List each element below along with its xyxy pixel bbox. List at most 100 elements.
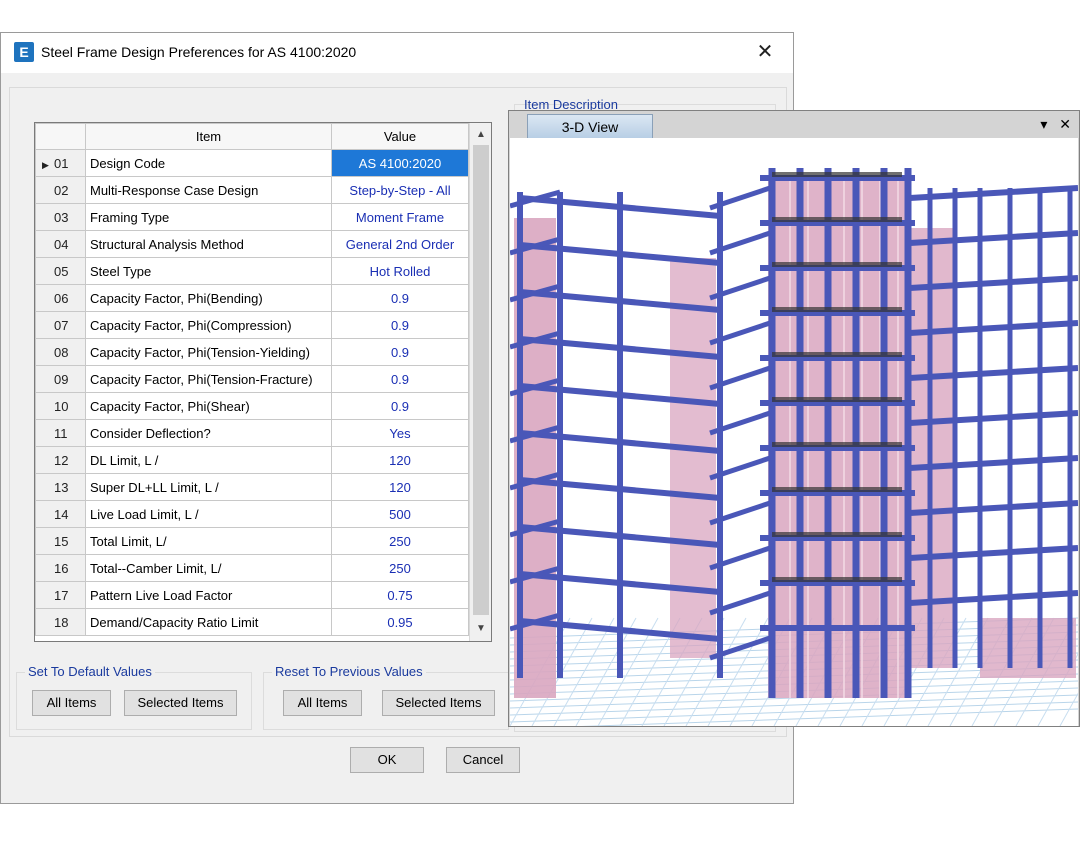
- row-item: Structural Analysis Method: [85, 230, 332, 258]
- table-row[interactable]: ▶ 01 Design Code AS 4100:2020: [35, 149, 469, 177]
- table-row[interactable]: 08 Capacity Factor, Phi(Tension-Yielding)…: [35, 338, 469, 366]
- row-value[interactable]: Hot Rolled: [331, 257, 469, 285]
- row-item: Multi-Response Case Design: [85, 176, 332, 204]
- row-item: Pattern Live Load Factor: [85, 581, 332, 609]
- row-number[interactable]: 08: [35, 338, 86, 366]
- row-value[interactable]: 120: [331, 473, 469, 501]
- row-item: Total--Camber Limit, L/: [85, 554, 332, 582]
- table-row[interactable]: 17 Pattern Live Load Factor 0.75: [35, 581, 469, 609]
- row-number[interactable]: 04: [35, 230, 86, 258]
- row-number[interactable]: 05: [35, 257, 86, 285]
- row-value[interactable]: Moment Frame: [331, 203, 469, 231]
- row-item: DL Limit, L /: [85, 446, 332, 474]
- ok-button[interactable]: OK: [350, 747, 424, 773]
- row-value[interactable]: Yes: [331, 419, 469, 447]
- row-value[interactable]: 500: [331, 500, 469, 528]
- scroll-thumb[interactable]: [473, 145, 489, 615]
- row-value[interactable]: Step-by-Step - All: [331, 176, 469, 204]
- row-number[interactable]: 15: [35, 527, 86, 555]
- title-bar: E Steel Frame Design Preferences for AS …: [1, 33, 793, 73]
- table-row[interactable]: 16 Total--Camber Limit, L/250: [35, 554, 469, 582]
- row-number[interactable]: 06: [35, 284, 86, 312]
- row-value[interactable]: 0.9: [331, 284, 469, 312]
- row-value[interactable]: 0.9: [331, 311, 469, 339]
- row-value[interactable]: 250: [331, 527, 469, 555]
- reset-selected-items-button[interactable]: Selected Items: [382, 690, 495, 716]
- table-row[interactable]: 07 Capacity Factor, Phi(Compression) 0.9: [35, 311, 469, 339]
- reset-all-items-button[interactable]: All Items: [283, 690, 362, 716]
- close-icon[interactable]: ✕: [747, 38, 783, 66]
- row-item: Framing Type: [85, 203, 332, 231]
- row-value[interactable]: AS 4100:2020: [331, 149, 469, 177]
- table-row[interactable]: 11 Consider Deflection? Yes: [35, 419, 469, 447]
- row-value[interactable]: 0.9: [331, 365, 469, 393]
- row-item: Design Code: [85, 149, 332, 177]
- close-icon[interactable]: ✕: [1059, 116, 1071, 132]
- view-controls: ▾ ✕: [1032, 116, 1071, 133]
- row-item: Capacity Factor, Phi(Shear): [85, 392, 332, 420]
- table-row[interactable]: 14 Live Load Limit, L /500: [35, 500, 469, 528]
- row-value[interactable]: General 2nd Order: [331, 230, 469, 258]
- row-number[interactable]: 09: [35, 365, 86, 393]
- row-item: Live Load Limit, L /: [85, 500, 332, 528]
- table-row[interactable]: 13 Super DL+LL Limit, L /120: [35, 473, 469, 501]
- row-value[interactable]: 250: [331, 554, 469, 582]
- preferences-grid[interactable]: Item Value ▶ 01 Design Code AS 4100:2020 02 M…: [34, 122, 492, 642]
- table-row[interactable]: 06 Capacity Factor, Phi(Bending) 0.9: [35, 284, 469, 312]
- table-row[interactable]: 03 Framing Type Moment Frame: [35, 203, 469, 231]
- default-selected-items-button[interactable]: Selected Items: [124, 690, 237, 716]
- reset-previous-values-group: Reset To Previous Values All Items Selec…: [263, 664, 509, 730]
- table-row[interactable]: 10 Capacity Factor, Phi(Shear) 0.9: [35, 392, 469, 420]
- row-number[interactable]: 14: [35, 500, 86, 528]
- row-value[interactable]: 0.95: [331, 608, 469, 636]
- scroll-up-icon[interactable]: ▲: [470, 125, 492, 145]
- row-item: Capacity Factor, Phi(Bending): [85, 284, 332, 312]
- scroll-down-icon[interactable]: ▼: [470, 619, 492, 639]
- table-row[interactable]: 15 Total Limit, L/250: [35, 527, 469, 555]
- grid-vertical-scrollbar[interactable]: ▲ ▼: [469, 123, 491, 641]
- default-all-items-button[interactable]: All Items: [32, 690, 111, 716]
- row-value[interactable]: 0.9: [331, 338, 469, 366]
- row-item: Total Limit, L/: [85, 527, 332, 555]
- row-number[interactable]: 17: [35, 581, 86, 609]
- table-row[interactable]: 02 Multi-Response Case Design Step-by-Step…: [35, 176, 469, 204]
- row-number[interactable]: 07: [35, 311, 86, 339]
- row-item: Steel Type: [85, 257, 332, 285]
- table-row[interactable]: 18 Demand/Capacity Ratio Limit 0.95: [35, 608, 469, 636]
- row-number[interactable]: 02: [35, 176, 86, 204]
- row-item: Capacity Factor, Phi(Tension-Yielding): [85, 338, 332, 366]
- 3d-model-canvas[interactable]: [510, 138, 1078, 726]
- row-item: Demand/Capacity Ratio Limit: [85, 608, 332, 636]
- row-item: Super DL+LL Limit, L /: [85, 473, 332, 501]
- table-row[interactable]: 04 Structural Analysis Method General 2nd …: [35, 230, 469, 258]
- header-number: [35, 123, 86, 150]
- row-number[interactable]: ▶ 01: [35, 149, 86, 177]
- tab-3d-view[interactable]: 3-D View: [527, 114, 653, 139]
- table-row[interactable]: 09 Capacity Factor, Phi(Tension-Fracture)…: [35, 365, 469, 393]
- dropdown-icon[interactable]: ▾: [1040, 116, 1047, 132]
- preferences-table: Item Value ▶ 01 Design Code AS 4100:2020 02 M…: [35, 123, 469, 636]
- table-row[interactable]: 12 DL Limit, L /120: [35, 446, 469, 474]
- table-row[interactable]: 05 Steel Type Hot Rolled: [35, 257, 469, 285]
- row-value[interactable]: 120: [331, 446, 469, 474]
- table-header-row: Item Value: [35, 123, 469, 150]
- row-number[interactable]: 03: [35, 203, 86, 231]
- row-item: Consider Deflection?: [85, 419, 332, 447]
- row-number[interactable]: 12: [35, 446, 86, 474]
- building-model-render: [510, 168, 1078, 726]
- current-row-indicator-icon: ▶: [42, 159, 49, 170]
- row-number[interactable]: 18: [35, 608, 86, 636]
- row-item: Capacity Factor, Phi(Tension-Fracture): [85, 365, 332, 393]
- row-number[interactable]: 13: [35, 473, 86, 501]
- header-item[interactable]: Item: [85, 123, 332, 150]
- row-number[interactable]: 11: [35, 419, 86, 447]
- row-number[interactable]: 16: [35, 554, 86, 582]
- row-value[interactable]: 0.75: [331, 581, 469, 609]
- dialog-title: Steel Frame Design Preferences for AS 41…: [41, 44, 357, 60]
- row-number[interactable]: 10: [35, 392, 86, 420]
- header-value[interactable]: Value: [331, 123, 469, 150]
- row-item: Capacity Factor, Phi(Compression): [85, 311, 332, 339]
- cancel-button[interactable]: Cancel: [446, 747, 520, 773]
- etabs-app-icon: E: [14, 42, 34, 62]
- row-value[interactable]: 0.9: [331, 392, 469, 420]
